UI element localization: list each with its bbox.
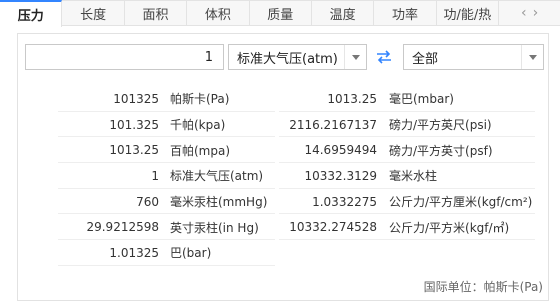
result-row: 1 标准大气压(atm) 10332.3129 毫米水柱: [0, 163, 560, 189]
result-row: 101.325 千帕(kpa) 2116.2167137 磅力/平方英尺(psi…: [0, 112, 560, 138]
result-right-unit: 毫米水柱: [389, 169, 438, 184]
result-row: 1013.25 百帕(mpa) 14.6959494 磅力/平方英寸(psf): [0, 137, 560, 164]
result-right-unit: 毫巴(mbar): [389, 92, 454, 107]
result-right-value: 2116.2167137: [289, 117, 377, 132]
result-right-value: 1.0332275: [312, 194, 377, 209]
result-right-unit: 公斤力/平方厘米(kgf/cm²): [389, 195, 533, 210]
result-right-value: 10332.3129: [304, 168, 377, 183]
to-unit-select[interactable]: 全部: [403, 44, 544, 70]
result-left-unit: 毫米汞柱(mmHg): [170, 195, 268, 210]
tab-scroll-controls: ‹ ›: [499, 1, 560, 25]
result-left-value: 1013.25: [109, 143, 159, 158]
result-right-unit: 公斤力/平方米(kgf/㎡): [389, 220, 510, 235]
result-left-value: 29.9212598: [86, 220, 159, 235]
result-right-value: 14.6959494: [304, 143, 377, 158]
swap-arrows-icon[interactable]: [373, 47, 395, 67]
result-right-value: 10332.274528: [289, 220, 377, 235]
result-right-value: 1013.25: [327, 91, 377, 106]
tab-mass[interactable]: 质量: [250, 1, 312, 25]
tab-work-energy-heat[interactable]: 功/能/热: [437, 1, 500, 25]
tab-volume[interactable]: 体积: [187, 1, 250, 25]
unit-category-tabs: 压力 长度 面积 体积 质量 温度 功率 功/能/热 ‹ ›: [0, 0, 560, 27]
tab-temperature[interactable]: 温度: [312, 1, 375, 25]
si-unit-note: 国际单位：帕斯卡(Pa): [423, 280, 543, 294]
result-left-unit: 英寸汞柱(in Hg): [170, 220, 259, 235]
result-left-value: 1: [151, 168, 159, 183]
from-unit-value: 标准大气压(atm): [237, 51, 338, 67]
from-unit-select[interactable]: 标准大气压(atm): [228, 44, 367, 70]
result-left-unit: 巴(bar): [170, 246, 212, 261]
result-left-value: 101.325: [109, 117, 159, 132]
result-row: 1.01325 巴(bar): [0, 240, 560, 266]
result-right-unit: 磅力/平方英尺(psi): [389, 118, 492, 133]
to-unit-value: 全部: [412, 51, 439, 67]
triangle-down-icon: [344, 45, 366, 69]
value-input[interactable]: [25, 44, 224, 70]
tab-power[interactable]: 功率: [374, 1, 437, 25]
result-left-value: 760: [136, 194, 159, 209]
tab-length[interactable]: 长度: [62, 1, 125, 25]
result-left-value: 1.01325: [109, 245, 159, 260]
result-row: 760 毫米汞柱(mmHg) 1.0332275 公斤力/平方厘米(kgf/cm…: [0, 189, 560, 215]
chevron-right-icon[interactable]: ›: [533, 5, 539, 21]
tab-pressure[interactable]: 压力: [0, 0, 63, 27]
result-left-unit: 千帕(kpa): [170, 118, 226, 133]
chevron-left-icon[interactable]: ‹: [521, 5, 527, 21]
results-list: 101325 帕斯卡(Pa) 1013.25 毫巴(mbar) 101.325 …: [0, 86, 560, 266]
triangle-down-icon: [521, 45, 543, 69]
tab-area[interactable]: 面积: [125, 1, 188, 25]
result-row: 101325 帕斯卡(Pa) 1013.25 毫巴(mbar): [0, 86, 560, 112]
result-left-unit: 标准大气压(atm): [170, 169, 264, 184]
result-left-unit: 百帕(mpa): [170, 143, 231, 158]
result-left-value: 101325: [113, 91, 159, 106]
result-right-unit: 磅力/平方英寸(psf): [389, 143, 493, 158]
result-left-unit: 帕斯卡(Pa): [170, 92, 230, 107]
result-row: 29.9212598 英寸汞柱(in Hg) 10332.274528 公斤力/…: [0, 214, 560, 241]
